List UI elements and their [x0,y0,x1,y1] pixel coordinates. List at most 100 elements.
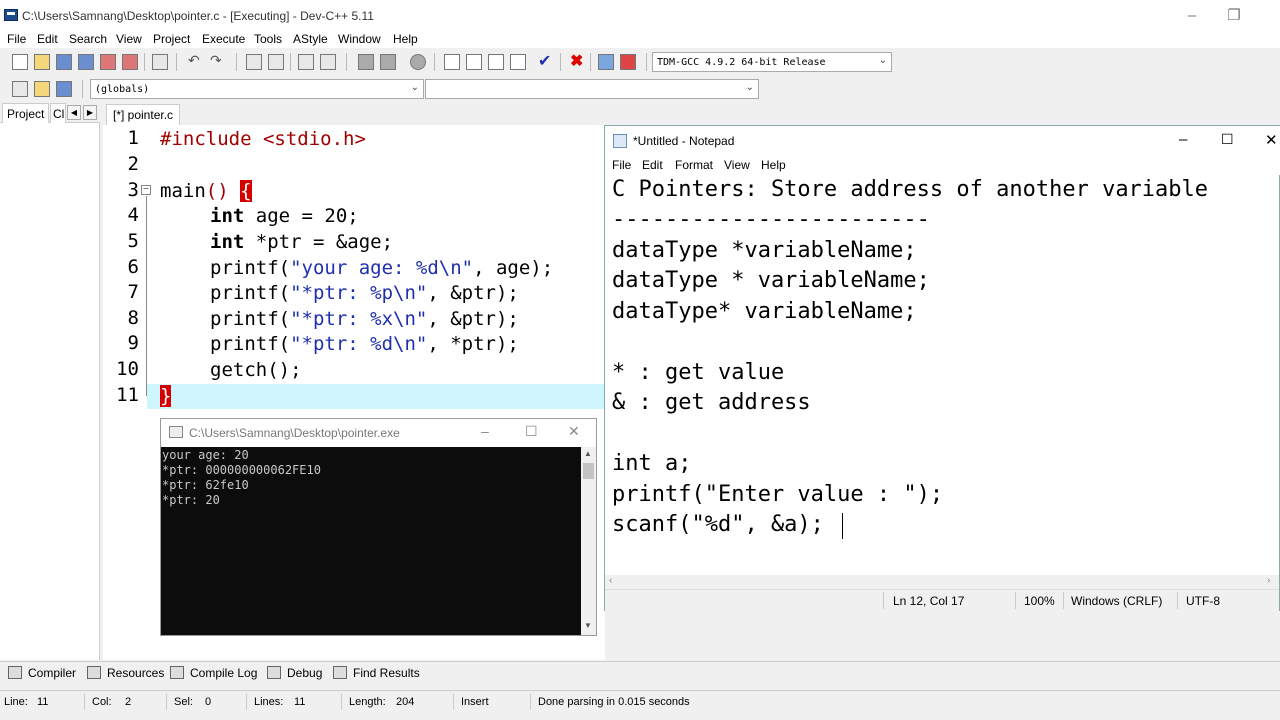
save-icon[interactable] [56,54,72,70]
devcpp-app-icon [4,9,18,21]
status-col-label: Col: [92,696,112,708]
goto-bookmark-icon[interactable] [56,81,72,97]
status-separator [166,694,167,710]
status-separator [1177,592,1178,609]
project-options-icon[interactable] [510,54,526,70]
scroll-thumb[interactable] [583,463,594,479]
notepad-horizontal-scrollbar[interactable]: ‹ › [605,575,1279,589]
scope-select[interactable]: (globals) ⌄ [90,79,424,99]
menu-edit[interactable]: Edit [37,32,58,46]
save-all-icon[interactable] [78,54,94,70]
menu-astyle[interactable]: AStyle [293,32,328,46]
notepad-text-area[interactable]: C Pointers: Store address of another var… [605,175,1279,575]
toggle-bookmark-icon[interactable] [34,81,50,97]
status-separator [84,694,85,710]
notepad-maximize-button[interactable]: ☐ [1221,131,1234,148]
fold-toggle-icon[interactable]: − [141,185,151,195]
check-syntax-icon[interactable]: ✔ [538,51,554,70]
scroll-up-icon[interactable]: ▲ [584,449,592,458]
line-number: 5 [127,230,139,252]
scroll-left-icon[interactable]: ‹ [609,575,612,586]
tab-debug[interactable]: Debug [267,666,322,680]
open-file-icon[interactable] [34,54,50,70]
string-literal: "*ptr: %d\n" [290,333,428,355]
tab-compile-log[interactable]: Compile Log [170,666,257,680]
undo-icon[interactable]: ↶ [188,52,204,68]
code-line-5: int *ptr = &age; [210,230,393,255]
line-number: 9 [127,332,139,354]
debug-icon[interactable] [620,54,636,70]
menu-view[interactable]: View [116,32,142,46]
code-token: , *ptr); [427,333,519,355]
tab-scroll-right-icon[interactable]: ▶ [83,105,97,120]
toolbar-separator [560,53,561,71]
replace-icon[interactable] [268,54,284,70]
notepad-line: dataType* variableName; [612,299,917,324]
tab-scroll-left-icon[interactable]: ◀ [67,105,81,120]
menu-project[interactable]: Project [153,32,190,46]
code-token: getch(); [210,359,302,381]
string-literal: "*ptr: %p\n" [290,282,428,304]
stop-execution-icon[interactable]: ✖ [570,51,586,70]
unindent-icon[interactable] [380,54,396,70]
code-line-9: printf("*ptr: %d\n", *ptr); [210,332,519,357]
toggle-comment-icon[interactable] [410,54,426,70]
keyword: int [210,231,245,253]
current-line-highlight [147,384,605,409]
new-file-icon[interactable] [12,54,28,70]
chevron-down-icon: ⌄ [745,82,754,93]
menu-search[interactable]: Search [69,32,107,46]
notepad-line: dataType * variableName; [612,268,930,293]
notepad-menu-view[interactable]: View [724,158,750,172]
notepad-menu-edit[interactable]: Edit [642,158,663,172]
menu-file[interactable]: File [7,32,26,46]
console-minimize-button[interactable]: – [481,423,489,439]
remove-file-icon[interactable] [488,54,504,70]
tab-project[interactable]: Project [2,103,50,123]
tab-resources[interactable]: Resources [87,666,164,680]
notepad-menu-file[interactable]: File [612,158,631,172]
member-select[interactable]: ⌄ [425,79,759,99]
indent-icon[interactable] [358,54,374,70]
notepad-close-button[interactable]: ✕ [1265,131,1278,149]
redo-icon[interactable]: ↷ [210,52,226,68]
status-separator [453,694,454,710]
tab-compiler[interactable]: Compiler [8,666,76,680]
minimize-button[interactable]: – [1172,5,1212,27]
scroll-down-icon[interactable]: ▼ [584,621,592,630]
menu-help[interactable]: Help [393,32,418,46]
insert-file-icon[interactable] [466,54,482,70]
close-file-icon[interactable] [100,54,116,70]
tab-pointer-c[interactable]: [*] pointer.c [106,104,181,125]
console-scrollbar[interactable]: ▲ ▼ [581,447,596,635]
tab-find-results[interactable]: Find Results [333,666,420,680]
goto-line-icon[interactable] [298,54,314,70]
profile-icon[interactable] [598,54,614,70]
menu-window[interactable]: Window [338,32,381,46]
title-bar: C:\Users\Samnang\Desktop\pointer.c - [Ex… [0,0,1280,30]
console-maximize-button[interactable]: ☐ [525,423,538,440]
status-line-value: 11 [37,696,49,708]
find-icon[interactable] [246,54,262,70]
insert-icon[interactable] [12,81,28,97]
goto-function-icon[interactable] [320,54,336,70]
status-message: Done parsing in 0.015 seconds [538,696,690,708]
preprocessor-directive: #include <stdio.h> [160,128,366,150]
scroll-right-icon[interactable]: › [1267,575,1270,586]
notepad-menu-help[interactable]: Help [761,158,786,172]
notepad-menu-format[interactable]: Format [675,158,713,172]
bottom-panel-tabs: Compiler Resources Compile Log Debug Fin… [0,661,1280,687]
console-close-button[interactable]: ✕ [568,423,580,440]
print-icon[interactable] [152,54,168,70]
console-title: C:\Users\Samnang\Desktop\pointer.exe [189,426,400,440]
tab-classes[interactable]: Cl [50,103,66,123]
menu-tools[interactable]: Tools [254,32,282,46]
new-project-icon[interactable] [444,54,460,70]
line-number: 7 [127,281,139,303]
close-all-icon[interactable] [122,54,138,70]
notepad-minimize-button[interactable]: – [1179,131,1187,148]
menu-execute[interactable]: Execute [202,32,245,46]
restore-button[interactable]: ❐ [1214,5,1254,27]
status-sel-label: Sel: [174,696,193,708]
compiler-select[interactable]: TDM-GCC 4.9.2 64-bit Release ⌄ [652,52,892,72]
